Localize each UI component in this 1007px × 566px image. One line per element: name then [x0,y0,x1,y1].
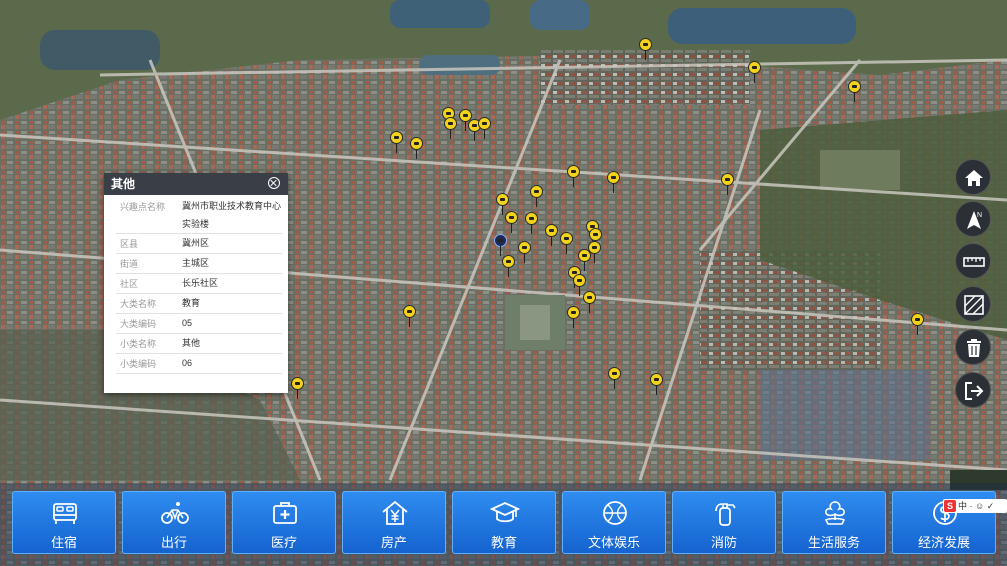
nav-button-medical[interactable]: 医疗 [232,491,336,554]
ime-toolbar[interactable]: S中 · ☺ ✓ [943,499,1007,513]
info-row: 兴趣点名称 冀州市职业技术教育中心实验楼 [116,197,282,234]
info-value: 05 [182,313,282,334]
graduation-cap-icon [490,502,520,523]
nav-button-travel[interactable]: 出行 [122,491,226,554]
poi-marker[interactable] [650,373,663,395]
close-icon[interactable] [268,177,280,189]
nav-button-accommodation[interactable]: 住宿 [12,491,116,554]
poi-marker[interactable] [502,255,515,277]
info-row: 街道 主城区 [116,253,282,274]
info-panel-title: 其他 [111,177,136,191]
poi-marker[interactable] [748,61,761,83]
ball-icon [603,501,627,525]
info-key: 社区 [116,273,182,294]
poi-marker[interactable] [403,305,416,327]
poi-marker[interactable] [911,313,924,335]
info-row: 社区 长乐社区 [116,273,282,294]
bed-icon [53,503,77,524]
poi-marker[interactable] [518,241,531,263]
nav-label: 房产 [380,535,407,550]
fire-extinguisher-icon [715,503,736,526]
poi-marker[interactable] [721,173,734,195]
info-value: 06 [182,353,282,374]
exit-icon [965,382,984,400]
poi-marker[interactable] [525,212,538,234]
nav-label: 医疗 [270,535,297,550]
nav-label: 文体娱乐 [587,535,640,550]
info-value: 其他 [182,333,282,354]
nav-button-fire-control[interactable]: 消防 [672,491,776,554]
poi-marker[interactable] [608,367,621,389]
svg-text:N: N [977,212,982,219]
info-panel-header: 其他 [104,173,288,195]
info-key: 区县 [116,233,182,254]
flower-hand-icon [824,501,846,525]
ime-text: 中 · ☺ ✓ [958,501,995,511]
nav-label: 经济发展 [917,535,970,550]
info-key: 小类名称 [116,333,182,354]
info-row: 小类名称 其他 [116,333,282,354]
area-measure-button[interactable] [955,286,991,322]
info-key: 兴趣点名称 [116,197,182,234]
info-key: 小类编码 [116,353,182,374]
info-value: 主城区 [182,253,282,274]
info-key: 大类编码 [116,313,182,334]
poi-marker[interactable] [607,171,620,193]
poi-marker[interactable] [848,80,861,102]
selected-poi-marker[interactable] [494,234,507,256]
poi-marker[interactable] [390,131,403,153]
info-value: 冀州市职业技术教育中心实验楼 [182,197,282,234]
ime-badge: S [944,500,956,512]
info-key: 大类名称 [116,293,182,314]
nav-label: 消防 [710,535,737,550]
nav-button-culture-sports[interactable]: 文体娱乐 [562,491,666,554]
info-value: 长乐社区 [182,273,282,294]
poi-marker[interactable] [639,38,652,60]
area-measure-icon [964,295,984,315]
nav-label: 出行 [160,535,187,550]
info-row: 大类编码 05 [116,313,282,334]
info-row: 大类名称 教育 [116,293,282,314]
poi-marker[interactable] [583,291,596,313]
poi-info-panel: 其他 兴趣点名称 冀州市职业技术教育中心实验楼 区县 冀州区 街道 主城区 社区 长乐社… [104,173,288,393]
info-table: 兴趣点名称 冀州市职业技术教育中心实验楼 区县 冀州区 街道 主城区 社区 长乐社区 大… [116,197,282,374]
nav-label: 教育 [490,535,517,550]
trash-icon [967,339,981,357]
home-icon [965,170,983,186]
poi-marker[interactable] [291,377,304,399]
poi-marker[interactable] [567,165,580,187]
ruler-button[interactable] [955,243,991,279]
info-key: 街道 [116,253,182,274]
info-value: 教育 [182,293,282,314]
home-button[interactable] [955,159,991,195]
nav-button-education[interactable]: 教育 [452,491,556,554]
poi-marker[interactable] [567,306,580,328]
exit-button[interactable] [955,372,991,408]
poi-marker[interactable] [410,137,423,159]
nav-button-life-services[interactable]: 生活服务 [782,491,886,554]
poi-marker[interactable] [505,211,518,233]
poi-marker[interactable] [560,232,573,254]
poi-marker[interactable] [478,117,491,139]
ruler-icon [963,257,985,267]
delete-button[interactable] [955,329,991,365]
medical-kit-icon [273,502,297,524]
nav-label: 生活服务 [807,535,860,550]
nav-label: 住宿 [50,535,77,550]
info-row: 小类编码 06 [116,353,282,374]
compass-icon: N [967,211,982,229]
nav-button-real-estate[interactable]: 房产 [342,491,446,554]
poi-marker[interactable] [444,117,457,139]
info-value: 冀州区 [182,233,282,254]
poi-marker[interactable] [545,224,558,246]
bicycle-icon [161,502,189,524]
house-yuan-icon [382,500,408,525]
compass-button[interactable]: N [955,201,991,237]
poi-marker[interactable] [530,185,543,207]
info-row: 区县 冀州区 [116,233,282,254]
